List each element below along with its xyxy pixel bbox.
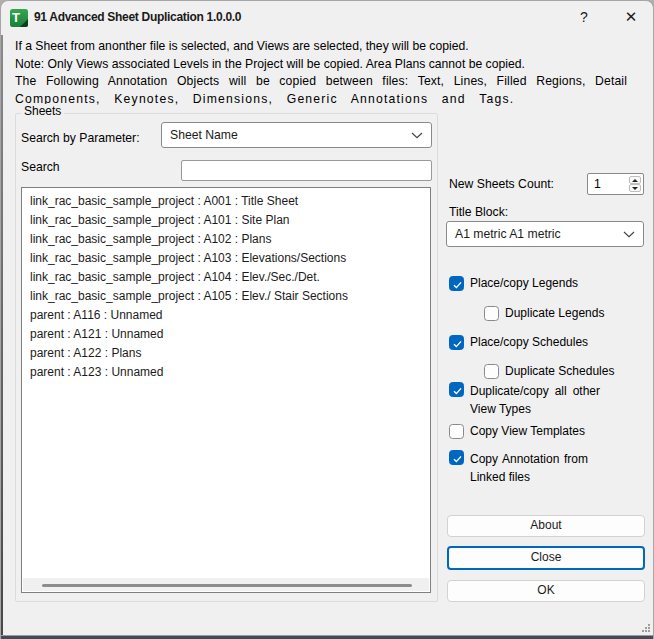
spinner-down-button[interactable]	[629, 184, 641, 192]
intro-line: Components, Keynotes, Dimensions, Generi…	[15, 91, 649, 109]
title-block-combobox[interactable]: A1 metric A1 metric	[446, 221, 644, 247]
dialog-window: T 91 Advanced Sheet Duplication 1.0.0.0 …	[0, 0, 654, 639]
titlebar-close-button[interactable]: ✕	[616, 1, 646, 33]
close-dialog-button[interactable]: Close	[447, 546, 645, 570]
list-item[interactable]: link_rac_basic_sample_project : A105 : E…	[22, 287, 430, 306]
checkbox-checked-icon	[449, 335, 464, 350]
intro-line: If a Sheet from anonther file is selecte…	[15, 38, 649, 56]
app-icon: T	[10, 9, 28, 27]
parameter-combobox-value: Sheet Name	[170, 123, 238, 147]
checkbox-place-copy-schedules[interactable]: Place/copy Schedules	[449, 335, 588, 350]
checkbox-checked-icon	[449, 276, 464, 291]
horizontal-scrollbar[interactable]	[23, 578, 429, 591]
checkbox-duplicate-schedules[interactable]: Duplicate Schedules	[484, 364, 614, 379]
new-sheets-count-value: 1	[594, 174, 601, 194]
list-item[interactable]: parent : A123 : Unnamed	[22, 363, 430, 382]
new-sheets-count-spinner[interactable]: 1	[587, 173, 644, 195]
arrow-up-icon	[632, 179, 638, 182]
checkbox-place-copy-legends[interactable]: Place/copy Legends	[449, 276, 578, 291]
checkbox-label: Duplicate Legends	[505, 306, 604, 321]
checkbox-unchecked-icon	[484, 306, 499, 321]
checkbox-unchecked-icon	[484, 364, 499, 379]
list-item[interactable]: link_rac_basic_sample_project : A103 : E…	[22, 249, 430, 268]
checkbox-label: Duplicate Schedules	[505, 364, 614, 379]
intro-line: The Following Annotation Objects will be…	[15, 73, 649, 91]
list-item[interactable]: parent : A116 : Unnamed	[22, 306, 430, 325]
list-item[interactable]: parent : A122 : Plans	[22, 344, 430, 363]
about-button[interactable]: About	[447, 515, 645, 537]
list-item[interactable]: link_rac_basic_sample_project : A001 : T…	[22, 192, 430, 211]
arrow-down-icon	[632, 187, 638, 190]
checkbox-copy-annotation-from-linked-files[interactable]: Copy Annotation from Linked files	[449, 450, 588, 486]
scrollbar-thumb[interactable]	[42, 584, 412, 587]
checkbox-unchecked-icon	[449, 424, 464, 439]
search-by-parameter-label: Search by Parameter:	[21, 131, 140, 145]
checkbox-duplicate-copy-all-other-view-types[interactable]: Duplicate/copy all other View Types	[449, 382, 600, 418]
list-item[interactable]: link_rac_basic_sample_project : A101 : S…	[22, 211, 430, 230]
resize-grip[interactable]	[641, 623, 651, 633]
ok-button[interactable]: OK	[447, 580, 645, 602]
chevron-down-icon	[411, 132, 423, 139]
help-button[interactable]: ?	[570, 1, 598, 33]
checkbox-duplicate-legends[interactable]: Duplicate Legends	[484, 306, 604, 321]
checkbox-label: Place/copy Schedules	[470, 335, 588, 350]
parameter-combobox[interactable]: Sheet Name	[161, 122, 432, 148]
intro-line: Note: Only Views associated Levels in th…	[15, 56, 649, 74]
search-label: Search	[21, 160, 60, 174]
list-item[interactable]: parent : A121 : Unnamed	[22, 325, 430, 344]
spinner-buttons	[629, 176, 641, 192]
title-block-combobox-value: A1 metric A1 metric	[455, 222, 561, 246]
checkbox-label: Copy View Templates	[470, 424, 585, 439]
window-title: 91 Advanced Sheet Duplication 1.0.0.0	[34, 1, 241, 33]
list-item[interactable]: link_rac_basic_sample_project : A104 : E…	[22, 268, 430, 287]
checkbox-copy-view-templates[interactable]: Copy View Templates	[449, 424, 585, 439]
list-item[interactable]: link_rac_basic_sample_project : A102 : P…	[22, 230, 430, 249]
new-sheets-count-label: New Sheets Count:	[449, 177, 554, 191]
checkbox-checked-icon	[449, 450, 464, 465]
intro-text: If a Sheet from anonther file is selecte…	[15, 38, 649, 108]
checkbox-label: Duplicate/copy all other View Types	[470, 382, 600, 418]
search-input[interactable]	[181, 160, 432, 181]
spinner-up-button[interactable]	[629, 176, 641, 184]
window-left-edge	[1, 35, 3, 639]
checkbox-checked-icon	[449, 382, 464, 397]
window-bottom-edge	[1, 635, 653, 639]
sheet-listbox[interactable]: link_rac_basic_sample_project : A001 : T…	[21, 187, 431, 593]
checkbox-label: Copy Annotation from Linked files	[470, 450, 588, 486]
title-block-label: Title Block:	[449, 205, 508, 219]
chevron-down-icon	[623, 231, 635, 238]
sheets-groupbox-label: Sheets	[21, 104, 64, 118]
checkbox-label: Place/copy Legends	[470, 276, 578, 291]
titlebar: T 91 Advanced Sheet Duplication 1.0.0.0 …	[1, 1, 653, 33]
